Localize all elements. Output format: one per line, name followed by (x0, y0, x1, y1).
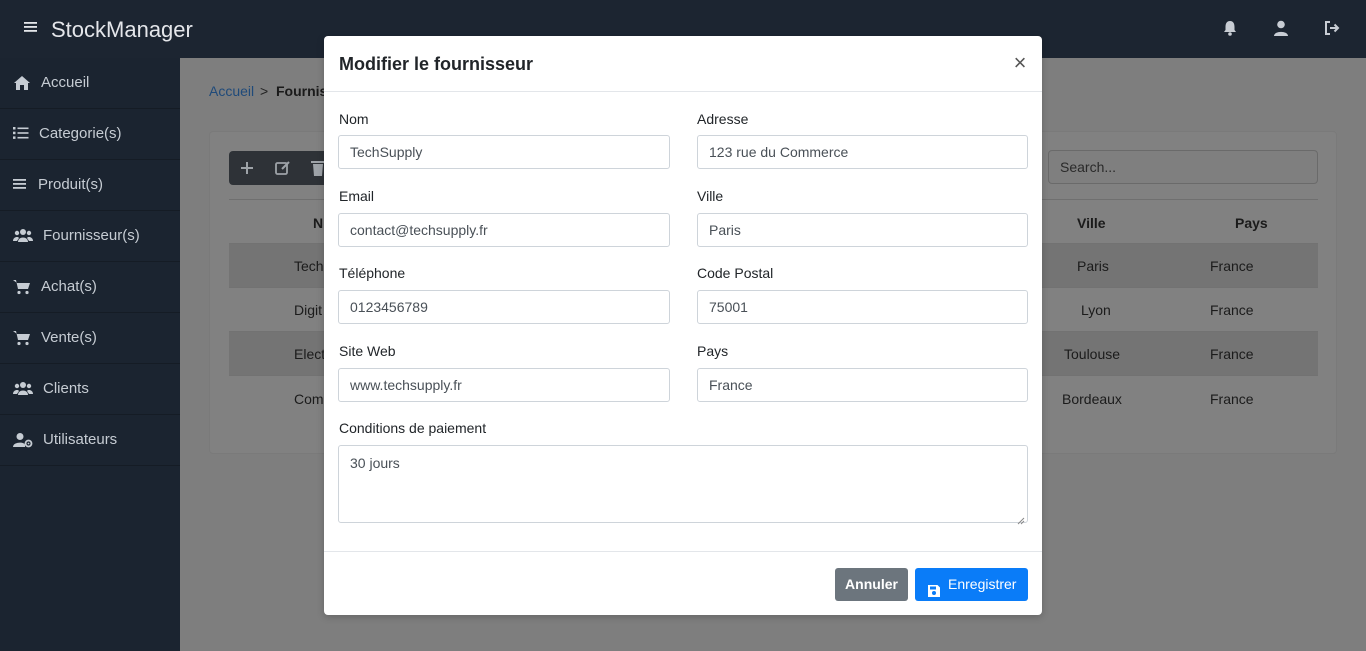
conditions-textarea[interactable]: 30 jours (338, 445, 1028, 525)
add-icon[interactable] (238, 159, 256, 177)
table-toolbar (229, 151, 329, 185)
sidebar-item-categories[interactable]: Categorie(s) (0, 109, 180, 160)
sidebar-item-accueil[interactable]: Accueil (0, 58, 180, 109)
sidebar-item-utilisateurs[interactable]: Utilisateurs (0, 415, 180, 466)
sidebar-item-label: Categorie(s) (39, 125, 122, 142)
cell-ville: Paris (1077, 258, 1109, 274)
adresse-label: Adresse (697, 111, 749, 127)
sidebar-item-label: Utilisateurs (43, 431, 118, 448)
bell-icon[interactable] (1221, 19, 1241, 39)
sidebar-item-achats[interactable]: Achat(s) (0, 262, 180, 313)
save-icon (927, 577, 941, 597)
pays-input[interactable]: France (697, 368, 1028, 402)
breadcrumb-separator: > (260, 83, 269, 99)
ville-label: Ville (697, 188, 724, 204)
conditions-value: 30 jours (350, 455, 400, 471)
cell-nom: Com (294, 391, 324, 407)
sidebar-item-label: Vente(s) (41, 329, 97, 346)
modal-header-divider (324, 91, 1042, 92)
sidebar-item-label: Clients (43, 380, 89, 397)
telephone-label: Téléphone (339, 265, 406, 281)
site-web-label: Site Web (339, 343, 396, 359)
column-header-ville[interactable]: Ville (1077, 215, 1106, 231)
email-input[interactable]: contact@techsupply.fr (338, 213, 670, 247)
ville-input[interactable]: Paris (697, 213, 1028, 247)
code-postal-label: Code Postal (697, 265, 774, 281)
cell-nom: Digit (294, 302, 323, 318)
bars-icon (13, 177, 33, 193)
cell-pays: France (1210, 302, 1254, 318)
save-button-label: Enregistrer (948, 576, 1017, 592)
nom-label: Nom (339, 111, 369, 127)
modal-title: Modifier le fournisseur (339, 54, 534, 74)
resize-grip-icon[interactable] (1017, 512, 1025, 525)
app-brand[interactable]: StockManager (51, 15, 193, 45)
cell-nom: Elect (294, 346, 326, 362)
sidebar-item-label: Accueil (41, 74, 90, 91)
column-header-pays[interactable]: Pays (1235, 215, 1268, 231)
breadcrumb-home-link[interactable]: Accueil (209, 83, 254, 99)
users-icon (13, 381, 33, 397)
nom-input[interactable]: TechSupply (338, 135, 670, 169)
list-icon (13, 126, 33, 142)
user-icon[interactable] (1272, 19, 1292, 39)
modal-footer-divider (324, 551, 1042, 552)
search-input[interactable]: Search... (1048, 150, 1318, 184)
cell-pays: France (1210, 346, 1254, 362)
sidebar-item-fournisseurs[interactable]: Fournisseur(s) (0, 211, 180, 262)
edit-supplier-modal: Modifier le fournisseur × Nom TechSupply… (324, 36, 1042, 615)
cell-pays: France (1210, 391, 1254, 407)
breadcrumb: Accueil > Fourniss (209, 82, 335, 100)
email-label: Email (339, 188, 375, 204)
column-header-nom[interactable]: N (313, 215, 323, 231)
conditions-label: Conditions de paiement (339, 420, 487, 436)
sidebar-item-produits[interactable]: Produit(s) (0, 160, 180, 211)
users-icon (13, 228, 33, 244)
sidebar-item-label: Fournisseur(s) (43, 227, 140, 244)
sidebar-item-ventes[interactable]: Vente(s) (0, 313, 180, 364)
sidebar-item-label: Produit(s) (38, 176, 104, 193)
telephone-input[interactable]: 0123456789 (338, 290, 670, 324)
menu-toggle-icon[interactable] (24, 18, 40, 38)
home-icon (13, 75, 33, 91)
cell-pays: France (1210, 258, 1254, 274)
cart-icon (13, 330, 33, 346)
cell-ville: Toulouse (1064, 346, 1121, 362)
cart-icon (13, 279, 33, 295)
adresse-input[interactable]: 123 rue du Commerce (697, 135, 1028, 169)
cancel-button[interactable]: Annuler (835, 568, 908, 601)
logout-icon[interactable] (1323, 19, 1343, 39)
sidebar-item-clients[interactable]: Clients (0, 364, 180, 415)
user-cog-icon (13, 432, 33, 448)
save-button[interactable]: Enregistrer (915, 568, 1028, 601)
edit-icon[interactable] (274, 159, 292, 177)
pays-label: Pays (697, 343, 729, 359)
sidebar-item-label: Achat(s) (41, 278, 97, 295)
close-icon[interactable]: × (1010, 52, 1030, 74)
cell-ville: Bordeaux (1062, 391, 1122, 407)
code-postal-input[interactable]: 75001 (697, 290, 1028, 324)
sidebar: Accueil Categorie(s) Produit(s) Fourniss… (0, 58, 180, 651)
site-web-input[interactable]: www.techsupply.fr (338, 368, 670, 402)
cell-ville: Lyon (1081, 302, 1111, 318)
